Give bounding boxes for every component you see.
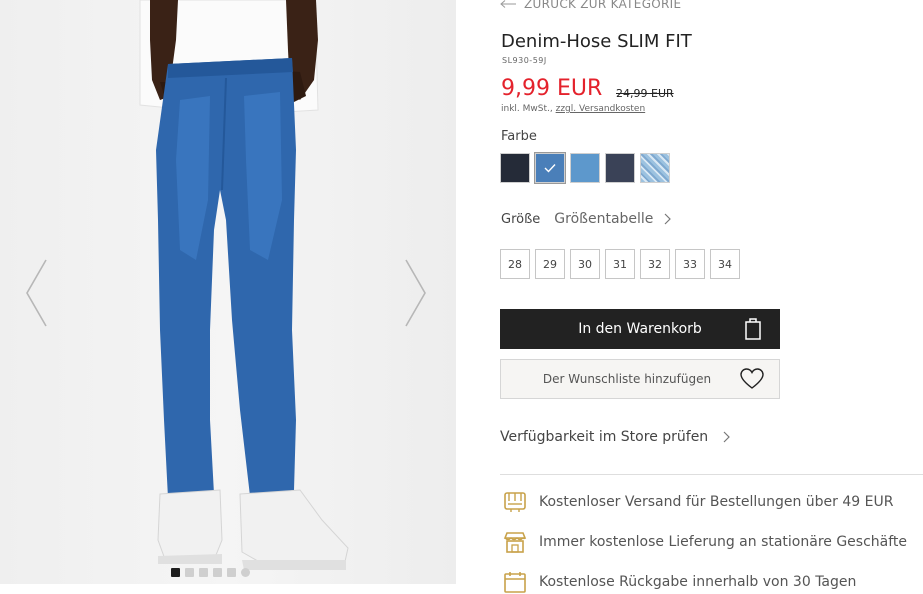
- size-guide-link[interactable]: Größentabelle: [554, 211, 653, 227]
- chevron-right-icon: [723, 431, 731, 443]
- gallery-dot[interactable]: [199, 568, 208, 577]
- shipping-costs-link[interactable]: zzgl. Versandkosten: [556, 104, 646, 114]
- old-price: 24,99 EUR: [616, 87, 674, 100]
- gallery-dot[interactable]: [171, 568, 180, 577]
- truck-icon: [504, 492, 526, 512]
- store-icon: [503, 532, 527, 553]
- product-gallery: [0, 0, 456, 584]
- color-swatch[interactable]: [640, 153, 670, 183]
- current-price: 9,99 EUR: [501, 76, 603, 101]
- shopping-bag-icon: [745, 318, 761, 340]
- store-availability-label: Verfügbarkeit im Store prüfen: [500, 429, 709, 445]
- gallery-dot[interactable]: [213, 568, 222, 577]
- add-to-cart-label: In den Warenkorb: [578, 321, 702, 337]
- add-to-wishlist-button[interactable]: Der Wunschliste hinzufügen: [500, 359, 780, 399]
- calendar-icon: [504, 572, 526, 593]
- color-swatch[interactable]: [534, 152, 566, 184]
- size-options: 28 29 30 31 32 33 34: [500, 249, 740, 279]
- color-swatch[interactable]: [605, 153, 635, 183]
- chevron-right-icon: [405, 259, 426, 327]
- arrow-left-icon: [500, 0, 516, 8]
- size-option[interactable]: 28: [500, 249, 530, 279]
- product-sku: SL930-59J: [502, 56, 547, 65]
- size-option[interactable]: 32: [640, 249, 670, 279]
- benefit-free-returns: Kostenlose Rückgabe innerhalb von 30 Tag…: [503, 570, 856, 594]
- color-swatch[interactable]: [570, 153, 600, 183]
- tax-note: inkl. MwSt., zzgl. Versandkosten: [501, 104, 645, 114]
- gallery-prev-button[interactable]: [24, 258, 50, 328]
- product-title: Denim-Hose SLIM FIT: [501, 31, 692, 52]
- color-label: Farbe: [501, 129, 537, 144]
- benefit-free-shipping: Kostenloser Versand für Bestellungen übe…: [503, 490, 893, 514]
- benefit-text: Immer kostenlose Lieferung an stationäre…: [539, 534, 908, 550]
- benefit-text: Kostenloser Versand für Bestellungen übe…: [539, 494, 894, 510]
- wishlist-label: Der Wunschliste hinzufügen: [542, 372, 712, 386]
- tax-prefix: inkl. MwSt.,: [501, 104, 553, 114]
- back-link-label: ZURÜCK ZUR KATEGORIE: [524, 0, 682, 11]
- size-option[interactable]: 31: [605, 249, 635, 279]
- gallery-dot[interactable]: [241, 568, 250, 577]
- heart-icon: [740, 368, 764, 389]
- size-option[interactable]: 30: [570, 249, 600, 279]
- add-to-cart-button[interactable]: In den Warenkorb: [500, 309, 780, 349]
- color-swatches: [500, 152, 670, 184]
- gallery-next-button[interactable]: [402, 258, 428, 328]
- checkmark-icon: [544, 164, 556, 173]
- back-to-category-link[interactable]: ZURÜCK ZUR KATEGORIE: [500, 0, 681, 11]
- size-option[interactable]: 34: [710, 249, 740, 279]
- gallery-dot[interactable]: [185, 568, 194, 577]
- size-option[interactable]: 33: [675, 249, 705, 279]
- color-swatch[interactable]: [500, 153, 530, 183]
- benefit-store-delivery: Immer kostenlose Lieferung an stationäre…: [503, 530, 907, 554]
- size-header: Größe Größentabelle: [501, 211, 672, 227]
- chevron-right-icon: [664, 213, 672, 225]
- product-photo: [139, 0, 349, 570]
- gallery-pagination: [171, 568, 250, 577]
- benefit-text: Kostenlose Rückgabe innerhalb von 30 Tag…: [539, 574, 857, 590]
- divider: [500, 474, 923, 475]
- size-label: Größe: [501, 211, 541, 227]
- size-option[interactable]: 29: [535, 249, 565, 279]
- product-details: ZURÜCK ZUR KATEGORIE Denim-Hose SLIM FIT…: [500, 0, 923, 593]
- chevron-left-icon: [26, 259, 47, 327]
- gallery-dot[interactable]: [227, 568, 236, 577]
- store-availability-link[interactable]: Verfügbarkeit im Store prüfen: [500, 429, 731, 445]
